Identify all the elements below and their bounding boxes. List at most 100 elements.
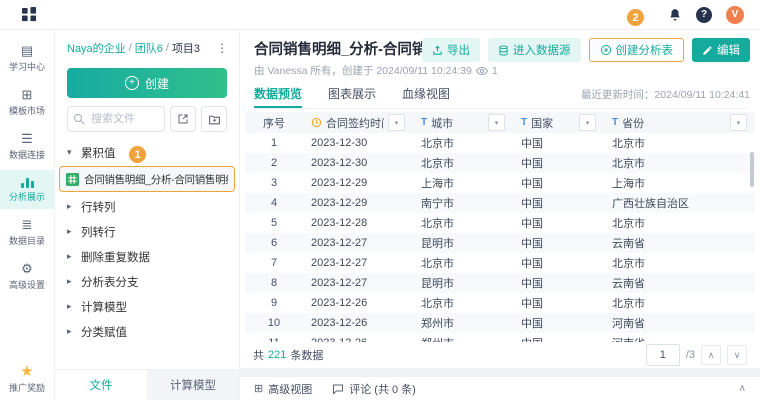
- table-cell: 2023-12-30: [303, 157, 413, 169]
- main-content: 合同销售明细_分析-合同销售明细 由 Vanessa 所有，创建于 2024/0…: [240, 30, 760, 400]
- analysis-icon: [21, 176, 34, 188]
- star-icon: ★: [20, 364, 33, 379]
- tree-group-label: 行转列: [81, 199, 116, 215]
- sidebar-item-data-connection[interactable]: ☰数据连接: [0, 126, 54, 167]
- advanced-view-button[interactable]: ⊞ 高级视图: [254, 381, 312, 397]
- table-row[interactable]: 32023-12-29上海市中国上海市: [245, 173, 755, 193]
- external-link-icon: [177, 113, 189, 125]
- table-cell: 中国: [513, 175, 604, 191]
- breadcrumb-org[interactable]: Naya的企业: [67, 40, 126, 56]
- sidebar-item-data-catalog[interactable]: ≣数据目录: [0, 212, 54, 253]
- table-footer: 共 221 条数据 /3 ∧ ∨: [245, 342, 755, 368]
- table-row[interactable]: 52023-12-28北京市中国北京市: [245, 213, 755, 233]
- page-up-button[interactable]: ∧: [701, 345, 721, 365]
- tab-chart-display[interactable]: 图表展示: [328, 80, 376, 108]
- tree-group-label: 列转行: [81, 224, 116, 240]
- column-label: 国家: [531, 115, 553, 131]
- column-header-seq: 序号: [245, 112, 303, 133]
- table-row[interactable]: 72023-12-27北京市中国北京市: [245, 253, 755, 273]
- enter-datasource-button[interactable]: 进入数据源: [488, 38, 581, 62]
- sidebar-item-label: 分析展示: [9, 190, 45, 203]
- table-row[interactable]: 82023-12-27昆明市中国云南省: [245, 273, 755, 293]
- tree-group[interactable]: ▸计算模型: [55, 294, 239, 319]
- table-cell: 北京市: [413, 215, 513, 231]
- tree-group-label: 累积值: [81, 145, 116, 161]
- table-row[interactable]: 92023-12-26北京市中国北京市: [245, 293, 755, 313]
- table-row[interactable]: 42023-12-29南宁市中国广西壮族自治区: [245, 193, 755, 213]
- open-external-button[interactable]: [170, 106, 196, 132]
- table-cell: 中国: [513, 155, 604, 171]
- user-avatar[interactable]: V: [726, 6, 744, 24]
- table-cell: 中国: [513, 215, 604, 231]
- table-cell: 中国: [513, 195, 604, 211]
- tree-group[interactable]: ▸分类赋值: [55, 319, 239, 344]
- create-analysis-table-button[interactable]: 创建分析表: [589, 38, 685, 62]
- column-header-province[interactable]: T省份▾: [604, 112, 755, 133]
- learn-icon: ▤: [21, 44, 33, 58]
- table-cell: 2023-12-28: [303, 217, 413, 229]
- table-cell: 中国: [513, 255, 604, 271]
- tab-lineage-view[interactable]: 血缘视图: [402, 80, 450, 108]
- tree-group[interactable]: ▸列转行: [55, 219, 239, 244]
- table-cell: 2023-12-27: [303, 237, 413, 249]
- plus-icon: +: [125, 76, 139, 90]
- notification-bell-icon[interactable]: [668, 8, 682, 22]
- comments-button[interactable]: 评论 (共 0 条): [332, 381, 416, 397]
- sidebar-item-advanced-settings[interactable]: ⚙高级设置: [0, 256, 54, 297]
- table-cell: 中国: [513, 235, 604, 251]
- more-options-icon[interactable]: ⋮: [216, 41, 229, 55]
- tab-calc-model[interactable]: 计算模型: [147, 370, 239, 400]
- datasource-icon: [498, 45, 509, 56]
- edit-button[interactable]: 编辑: [692, 38, 750, 62]
- table-cell: 10: [245, 317, 303, 329]
- tree-group[interactable]: ▾累积值: [55, 140, 239, 165]
- table-cell: 9: [245, 297, 303, 309]
- tab-data-preview[interactable]: 数据预览: [254, 80, 302, 108]
- tree-group[interactable]: ▸行转列: [55, 194, 239, 219]
- create-button[interactable]: + 创建: [67, 68, 227, 98]
- sidebar-item-analysis-display[interactable]: 分析展示: [0, 170, 54, 209]
- tree-group[interactable]: ▸删除重复数据: [55, 244, 239, 269]
- last-update-time: 最近更新时间：2024/09/11 10:24:41: [581, 87, 750, 102]
- filter-dropdown[interactable]: ▾: [488, 114, 505, 131]
- table-cell: 2: [245, 157, 303, 169]
- table-row[interactable]: 112023-12-26郑州市中国河南省: [245, 333, 755, 342]
- collapse-panel-button[interactable]: ∧: [739, 383, 746, 394]
- filter-dropdown[interactable]: ▾: [579, 114, 596, 131]
- tree-item-label: 合同销售明细_分析-合同销售明细: [84, 172, 228, 187]
- table-scrollbar[interactable]: [750, 152, 754, 187]
- filter-dropdown[interactable]: ▾: [388, 114, 405, 131]
- pagination: /3 ∧ ∨: [646, 344, 747, 366]
- table-row[interactable]: 102023-12-26郑州市中国河南省: [245, 313, 755, 333]
- tree-group-label: 分析表分支: [81, 274, 139, 290]
- app-logo-icon[interactable]: [22, 7, 37, 22]
- tree-group[interactable]: ▸分析表分支: [55, 269, 239, 294]
- page-total: /3: [686, 349, 695, 361]
- export-button[interactable]: 导出: [422, 38, 480, 62]
- sidebar-item-label: 数据目录: [9, 234, 45, 247]
- breadcrumb-project: 项目3: [172, 40, 200, 56]
- search-input[interactable]: [89, 112, 158, 126]
- table-row[interactable]: 62023-12-27昆明市中国云南省: [245, 233, 755, 253]
- sidebar-item-template-market[interactable]: ⊞模板市场: [0, 82, 54, 123]
- column-header-city[interactable]: T城市▾: [413, 112, 513, 133]
- clock-icon: [311, 117, 322, 128]
- table-cell: 中国: [513, 335, 604, 342]
- sidebar-item-promotion-rewards[interactable]: ★ 推广奖励: [9, 364, 45, 394]
- help-icon[interactable]: ?: [696, 7, 712, 23]
- table-row[interactable]: 22023-12-30北京市中国北京市: [245, 153, 755, 173]
- sidebar-item-learning-center[interactable]: ▤学习中心: [0, 38, 54, 79]
- page-down-button[interactable]: ∨: [727, 345, 747, 365]
- table-cell: 北京市: [413, 295, 513, 311]
- table-row[interactable]: 12023-12-30北京市中国北京市: [245, 133, 755, 153]
- column-header-country[interactable]: T国家▾: [513, 112, 604, 133]
- tree-group-label: 计算模型: [81, 299, 127, 315]
- new-folder-button[interactable]: [201, 106, 227, 132]
- table-cell: 中国: [513, 315, 604, 331]
- column-header-contract_sign_time[interactable]: 合同签约时间▾: [303, 112, 413, 133]
- tab-files[interactable]: 文件: [55, 370, 147, 400]
- breadcrumb-team[interactable]: 团队6: [135, 40, 163, 56]
- filter-dropdown[interactable]: ▾: [730, 114, 747, 131]
- page-input[interactable]: [646, 344, 680, 366]
- tree-item-analysis-table[interactable]: 合同销售明细_分析-合同销售明细: [59, 166, 235, 192]
